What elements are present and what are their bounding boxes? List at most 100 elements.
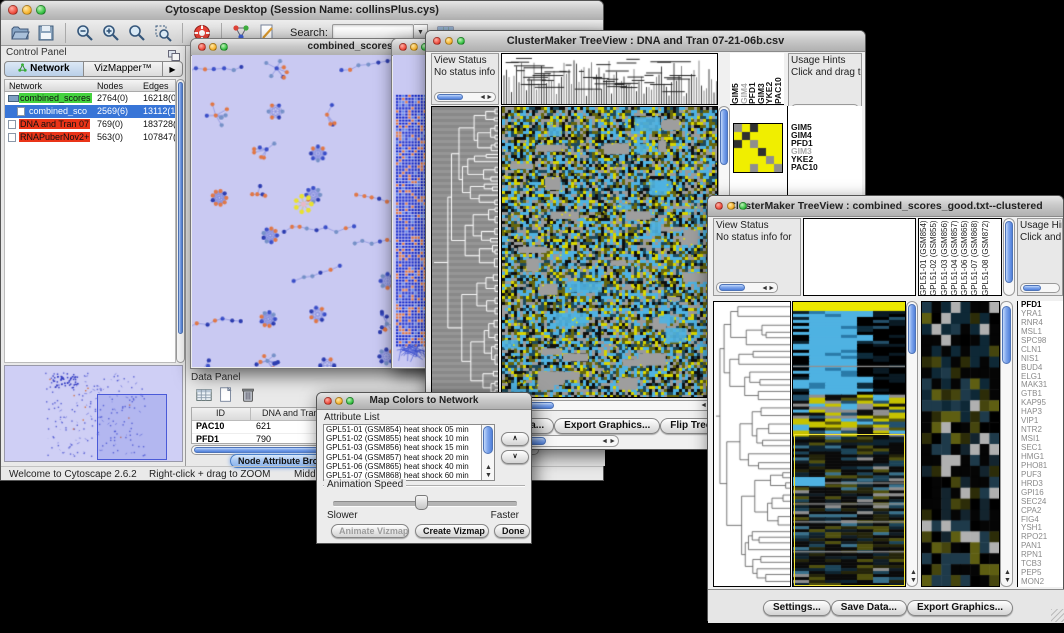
main-titlebar[interactable]: Cytoscape Desktop (Session Name: collins… bbox=[1, 1, 603, 21]
array-dendrogram[interactable] bbox=[803, 218, 916, 296]
attribute-listbox[interactable]: GPL51-01 (GSM854) heat shock 05 minGPL51… bbox=[323, 424, 495, 481]
close-icon[interactable] bbox=[324, 397, 332, 405]
table-view-icon[interactable] bbox=[195, 386, 213, 404]
view-status-scrollbar[interactable]: ◄► bbox=[716, 282, 778, 293]
gene-label: ELG1 bbox=[1021, 373, 1063, 382]
attribute-list-item[interactable]: GPL51-06 (GSM865) heat shock 40 min bbox=[324, 462, 481, 471]
minimize-icon[interactable] bbox=[22, 5, 32, 15]
attribute-list-item[interactable]: GPL51-01 (GSM854) heat shock 05 min bbox=[324, 425, 481, 434]
treeview2-button[interactable]: Settings... bbox=[763, 600, 831, 616]
listbox-scrollbar[interactable]: ▲▼ bbox=[481, 425, 494, 480]
network-list-row[interactable]: combined_sco 2569(6) 13112(15) bbox=[5, 105, 175, 118]
treeview2-button[interactable]: Save Data... bbox=[831, 600, 907, 616]
zoom-window-icon[interactable] bbox=[220, 43, 228, 51]
gene-label: MON2 bbox=[1021, 578, 1063, 587]
zoom-window-icon[interactable] bbox=[36, 5, 46, 15]
treeview2-titlebar[interactable]: ClusterMaker TreeView : combined_scores_… bbox=[708, 196, 1063, 217]
move-up-button[interactable]: ∧ bbox=[501, 432, 529, 446]
column-labels-panel: GPL51-01 (GSM854)GPL51-02 (GSM855)GPL51-… bbox=[918, 218, 1002, 296]
attribute-list-label: Attribute List bbox=[324, 412, 380, 423]
treeview1-titlebar[interactable]: ClusterMaker TreeView : DNA and Tran 07-… bbox=[426, 31, 865, 52]
column-label: GPL51-08 (GSM872) bbox=[981, 219, 991, 296]
row-label: GIM3 bbox=[791, 147, 862, 155]
column-label: GIM4 bbox=[739, 54, 748, 104]
zoom-heatmap[interactable] bbox=[921, 301, 1000, 587]
tab-overflow-arrow[interactable]: ▶ bbox=[163, 61, 183, 77]
column-label: PFD1 bbox=[747, 54, 756, 104]
save-icon[interactable] bbox=[36, 23, 56, 43]
column-label: PAC10 bbox=[773, 54, 782, 104]
zoom-out-icon[interactable] bbox=[75, 23, 95, 43]
close-icon[interactable] bbox=[8, 5, 18, 15]
zoom-window-icon[interactable] bbox=[457, 37, 465, 45]
close-icon[interactable] bbox=[433, 37, 441, 45]
close-icon[interactable] bbox=[198, 43, 206, 51]
zoom-window-icon[interactable] bbox=[346, 397, 354, 405]
network-overview-thumbnail[interactable] bbox=[4, 365, 183, 462]
view-status-panel: View Status No status info for ◄► bbox=[431, 53, 499, 105]
heatmap-global-view[interactable] bbox=[792, 301, 906, 587]
gene-label: MSI1 bbox=[1021, 435, 1063, 444]
minimize-icon[interactable] bbox=[410, 43, 418, 51]
map-colors-dialog: Map Colors to Network Attribute List GPL… bbox=[316, 392, 532, 544]
column-label: GPL51-07 (GSM868) bbox=[970, 219, 980, 296]
dialog-title: Map Colors to Network bbox=[370, 395, 479, 406]
treeview2-bottom-bar: Settings...Save Data...Export Graphics..… bbox=[708, 589, 1064, 623]
create-vizmap-button[interactable]: Create Vizmap bbox=[415, 524, 489, 538]
attribute-list-item[interactable]: GPL51-02 (GSM855) heat shock 10 min bbox=[324, 434, 481, 443]
row-label: PFD1 bbox=[791, 139, 862, 147]
minimize-icon[interactable] bbox=[335, 397, 343, 405]
tab-network[interactable]: Network bbox=[4, 61, 84, 77]
overview-viewport-rect[interactable] bbox=[97, 394, 167, 460]
heatmap-vscrollbar[interactable]: ▲▼ bbox=[906, 301, 918, 587]
move-down-button[interactable]: ∨ bbox=[501, 450, 529, 464]
network-list-scrollbar[interactable] bbox=[176, 79, 185, 363]
zoom-fit-icon[interactable] bbox=[127, 23, 147, 43]
attribute-list-item[interactable]: GPL51-04 (GSM857) heat shock 20 min bbox=[324, 453, 481, 462]
gene-label: MSL1 bbox=[1021, 328, 1063, 337]
resize-grip[interactable] bbox=[1051, 609, 1064, 622]
scrollbar-thumb[interactable] bbox=[908, 304, 916, 354]
zoom-vscrollbar[interactable]: ▲▼ bbox=[1000, 301, 1013, 587]
zoom-window-icon[interactable] bbox=[739, 202, 747, 210]
usage-hints-scrollbar[interactable] bbox=[1020, 283, 1060, 293]
new-attribute-icon[interactable] bbox=[217, 386, 235, 404]
gene-dendrogram[interactable] bbox=[713, 301, 791, 587]
array-dendrogram[interactable] bbox=[501, 53, 718, 105]
column-labels-scrollbar[interactable] bbox=[1003, 218, 1015, 296]
dialog-titlebar[interactable]: Map Colors to Network bbox=[317, 393, 531, 410]
column-label: GIM5 bbox=[730, 54, 739, 104]
done-button[interactable]: Done bbox=[494, 524, 530, 538]
search-label: Search: bbox=[290, 27, 328, 39]
scrollbar-thumb[interactable] bbox=[178, 82, 183, 334]
minimize-icon[interactable] bbox=[445, 37, 453, 45]
zoom-selected-icon[interactable] bbox=[153, 23, 173, 43]
network-list-row[interactable]: DNA and Tran 07 769(0) 183728(0) bbox=[5, 118, 175, 131]
tab-vizmapper[interactable]: VizMapper™ bbox=[84, 61, 163, 77]
close-icon[interactable] bbox=[399, 43, 407, 51]
network-list-row[interactable]: combined_scores 2764(0) 16218(0) bbox=[5, 92, 175, 105]
gene-labels-panel: PFD1YRA1RNR4MSL1SPC98CLN1NIS1BUD4ELG1MAK… bbox=[1017, 301, 1063, 587]
scrollbar-thumb[interactable] bbox=[1002, 306, 1011, 364]
view-status-scrollbar[interactable]: ◄► bbox=[434, 92, 496, 102]
attribute-list-item[interactable]: GPL51-03 (GSM856) heat shock 15 min bbox=[324, 443, 481, 452]
heatmap-global-view[interactable] bbox=[501, 106, 718, 398]
gene-dendrogram[interactable] bbox=[431, 106, 499, 398]
zoom-heatmap[interactable] bbox=[733, 123, 783, 173]
delete-attribute-trash-icon[interactable] bbox=[239, 386, 257, 404]
open-folder-icon[interactable] bbox=[10, 23, 30, 43]
treeview2-button[interactable]: Export Graphics... bbox=[907, 600, 1013, 616]
minimize-icon[interactable] bbox=[727, 202, 735, 210]
animate-vizmap-button[interactable]: Animate Vizmap bbox=[331, 524, 409, 538]
close-icon[interactable] bbox=[715, 202, 723, 210]
treeview1-button[interactable]: Export Graphics... bbox=[554, 418, 660, 434]
slider-thumb[interactable] bbox=[415, 495, 428, 510]
scrollbar-thumb[interactable] bbox=[720, 109, 728, 165]
treeview2-window: ClusterMaker TreeView : combined_scores_… bbox=[707, 195, 1064, 621]
network-list-row[interactable]: RNAPuberNov2+ 563(0) 107847(0) bbox=[5, 131, 175, 144]
float-panel-icon[interactable] bbox=[168, 48, 180, 59]
zoom-in-icon[interactable] bbox=[101, 23, 121, 43]
minimize-icon[interactable] bbox=[209, 43, 217, 51]
gene-label: BUD4 bbox=[1021, 364, 1063, 373]
animation-speed-label: Animation Speed bbox=[324, 479, 406, 490]
